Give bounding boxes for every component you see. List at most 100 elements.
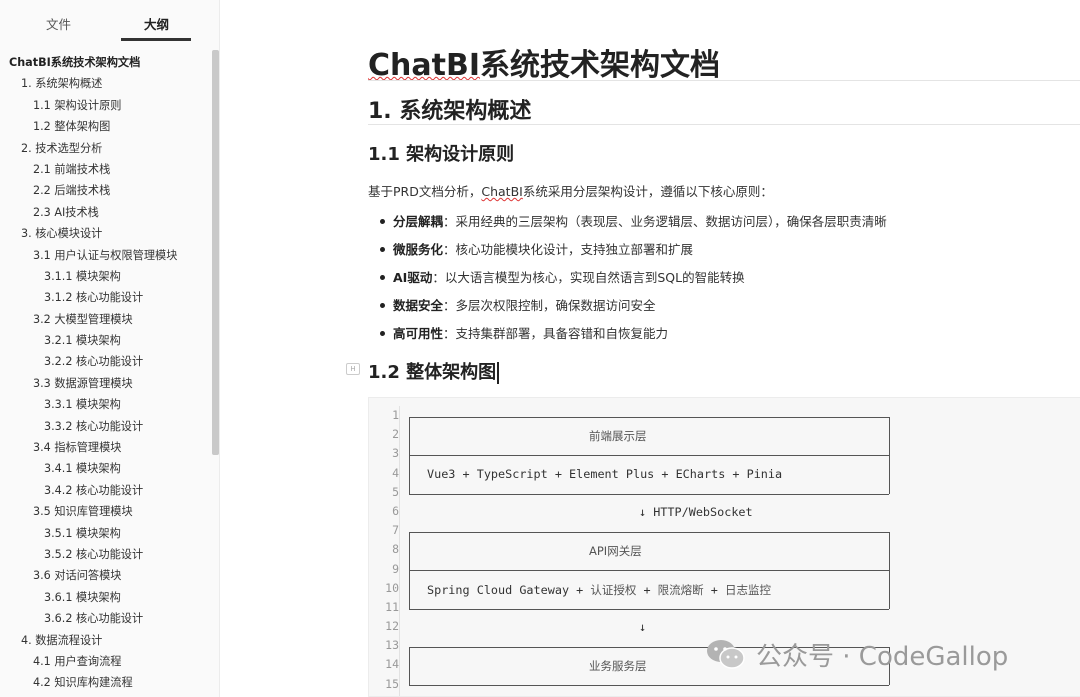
outline-item[interactable]: 3.3.1 模块架构 bbox=[0, 394, 212, 415]
gateway-ratelimit: 限流熔断 bbox=[657, 583, 704, 597]
outline-item[interactable]: 2.2 后端技术栈 bbox=[0, 180, 212, 201]
frontend-stack-text: Vue3 + TypeScript + Element Plus + EChar… bbox=[427, 467, 783, 481]
list-item[interactable]: 分层解耦：采用经典的三层架构（表现层、业务逻辑层、数据访问层），确保各层职责清晰 bbox=[380, 212, 887, 240]
outline-list: ChatBI系统技术架构文档 1. 系统架构概述 1.1 架构设计原则 1.2 整体架… bbox=[0, 52, 212, 694]
line-number: 12 bbox=[385, 619, 399, 634]
document-title[interactable]: ChatBI系统技术架构文档 bbox=[368, 40, 720, 84]
list-item[interactable]: 微服务化：核心功能模块化设计，支持独立部署和扩展 bbox=[380, 240, 887, 268]
box-border bbox=[409, 494, 889, 495]
arrow-down: ↓ bbox=[639, 620, 647, 634]
list-item-text: ：核心功能模块化设计，支持独立部署和扩展 bbox=[443, 242, 694, 257]
outline-item[interactable]: 2.3 AI技术栈 bbox=[0, 202, 212, 223]
frontend-layer-title: 前端展示层 bbox=[589, 429, 647, 443]
outline-item[interactable]: 3.5 知识库管理模块 bbox=[0, 501, 212, 522]
gateway-stack-start: Spring Cloud Gateway + bbox=[427, 583, 591, 597]
list-item-text: ：采用经典的三层架构（表现层、业务逻辑层、数据访问层），确保各层职责清晰 bbox=[443, 214, 887, 229]
heading-design-principles[interactable]: 1.1 架构设计原则 bbox=[368, 140, 514, 166]
outline-item[interactable]: 3.1.1 模块架构 bbox=[0, 266, 212, 287]
principles-list: 分层解耦：采用经典的三层架构（表现层、业务逻辑层、数据访问层），确保各层职责清晰… bbox=[380, 212, 887, 352]
outline-item[interactable]: 3.2.1 模块架构 bbox=[0, 330, 212, 351]
sidebar-scrollbar[interactable] bbox=[212, 50, 219, 455]
heading-divider bbox=[368, 124, 1080, 125]
wechat-icon bbox=[706, 638, 746, 670]
sidebar-tabs: 文件 大纲 bbox=[0, 0, 219, 44]
outline-item[interactable]: 3.2.2 核心功能设计 bbox=[0, 351, 212, 372]
spellcheck-word: ChatBI bbox=[481, 184, 523, 199]
box-border bbox=[889, 417, 890, 494]
line-number: 11 bbox=[385, 599, 399, 614]
list-item[interactable]: 高可用性：支持集群部署，具备容错和自恢复能力 bbox=[380, 324, 887, 352]
gutter-divider bbox=[399, 406, 400, 696]
outline-item[interactable]: 3.5.2 核心功能设计 bbox=[0, 544, 212, 565]
title-divider bbox=[368, 80, 1080, 81]
outline-item[interactable]: 4.2 知识库构建流程 bbox=[0, 672, 212, 693]
outline-item[interactable]: 3.6.1 模块架构 bbox=[0, 587, 212, 608]
outline-item[interactable]: 4. 数据流程设计 bbox=[0, 630, 212, 651]
heading-text: 1.2 整体架构图 bbox=[368, 362, 497, 383]
list-item-text: ：多层次权限控制，确保数据访问安全 bbox=[443, 298, 656, 313]
outline-item[interactable]: 3.6 对话问答模块 bbox=[0, 565, 212, 586]
gateway-auth: 认证授权 bbox=[590, 583, 637, 597]
list-item[interactable]: AI驱动：以大语言模型为核心，实现自然语言到SQL的智能转换 bbox=[380, 268, 887, 296]
service-layer-title: 业务服务层 bbox=[589, 659, 647, 673]
box-border bbox=[889, 532, 890, 609]
document-title-text: 系统技术架构文档 bbox=[480, 48, 720, 83]
line-number: 5 bbox=[392, 484, 399, 499]
outline-item[interactable]: 3.1 用户认证与权限管理模块 bbox=[0, 245, 212, 266]
outline-item[interactable]: 3.3.2 核心功能设计 bbox=[0, 416, 212, 437]
outline-item[interactable]: 3.4.2 核心功能设计 bbox=[0, 480, 212, 501]
outline-item[interactable]: 1. 系统架构概述 bbox=[0, 73, 212, 94]
plus-sign: + bbox=[703, 583, 725, 597]
list-item[interactable]: 数据安全：多层次权限控制，确保数据访问安全 bbox=[380, 296, 887, 324]
outline-item[interactable]: 1.2 整体架构图 bbox=[0, 116, 212, 137]
outline-item[interactable]: 3.6.2 核心功能设计 bbox=[0, 608, 212, 629]
line-number: 7 bbox=[392, 523, 399, 538]
outline-item[interactable]: 3.4.1 模块架构 bbox=[0, 458, 212, 479]
list-item-term: 数据安全 bbox=[393, 298, 444, 313]
intro-text-start: 基于PRD文档分析， bbox=[368, 184, 482, 199]
box-border bbox=[409, 685, 889, 686]
outline-item[interactable]: 4.1 用户查询流程 bbox=[0, 651, 212, 672]
outline-item[interactable]: 3.5.1 模块架构 bbox=[0, 523, 212, 544]
outline-item[interactable]: 3.4 指标管理模块 bbox=[0, 437, 212, 458]
document-editor[interactable]: ChatBI系统技术架构文档 1. 系统架构概述 1.1 架构设计原则 基于PR… bbox=[220, 0, 1080, 697]
watermark: 公众号 · CodeGallop bbox=[706, 636, 1008, 672]
gateway-logging: 日志监控 bbox=[724, 583, 771, 597]
paragraph-handle-icon[interactable]: H bbox=[346, 363, 360, 375]
outline-item[interactable]: 2.1 前端技术栈 bbox=[0, 159, 212, 180]
line-number: 8 bbox=[392, 542, 399, 557]
line-number: 15 bbox=[385, 676, 399, 691]
outline-item[interactable]: ChatBI系统技术架构文档 bbox=[0, 52, 212, 73]
line-number: 2 bbox=[392, 427, 399, 442]
list-item-term: 高可用性 bbox=[393, 326, 444, 341]
outline-item[interactable]: 2. 技术选型分析 bbox=[0, 138, 212, 159]
box-border bbox=[409, 647, 410, 685]
outline-item[interactable]: 3.2 大模型管理模块 bbox=[0, 309, 212, 330]
list-item-term: AI驱动 bbox=[393, 270, 433, 285]
box-border bbox=[409, 609, 889, 610]
list-item-text: ：支持集群部署，具备容错和自恢复能力 bbox=[443, 326, 669, 341]
line-number: 10 bbox=[385, 580, 399, 595]
line-number: 14 bbox=[385, 657, 399, 672]
plus-sign: + bbox=[636, 583, 658, 597]
text-cursor bbox=[497, 362, 499, 384]
box-border bbox=[409, 417, 410, 494]
tab-files[interactable]: 文件 bbox=[46, 14, 71, 33]
box-border bbox=[409, 532, 410, 609]
outline-item[interactable]: 3.3 数据源管理模块 bbox=[0, 373, 212, 394]
spellcheck-word: ChatBI bbox=[368, 48, 480, 83]
intro-paragraph[interactable]: 基于PRD文档分析，ChatBI系统采用分层架构设计，遵循以下核心原则： bbox=[368, 181, 773, 200]
outline-item[interactable]: 3.1.2 核心功能设计 bbox=[0, 287, 212, 308]
heading-system-overview[interactable]: 1. 系统架构概述 bbox=[368, 93, 531, 125]
list-item-term: 微服务化 bbox=[393, 242, 444, 257]
outline-item[interactable]: 1.1 架构设计原则 bbox=[0, 95, 212, 116]
tab-outline[interactable]: 大纲 bbox=[144, 14, 169, 33]
line-number: 3 bbox=[392, 446, 399, 461]
line-number: 6 bbox=[392, 503, 399, 518]
sidebar: 文件 大纲 ChatBI系统技术架构文档 1. 系统架构概述 1.1 架构设计原则 1… bbox=[0, 0, 220, 697]
line-number: 4 bbox=[392, 465, 399, 480]
line-number: 9 bbox=[392, 561, 399, 576]
watermark-text: 公众号 · CodeGallop bbox=[756, 641, 1009, 672]
outline-item[interactable]: 3. 核心模块设计 bbox=[0, 223, 212, 244]
heading-architecture-diagram[interactable]: 1.2 整体架构图 bbox=[368, 358, 499, 384]
